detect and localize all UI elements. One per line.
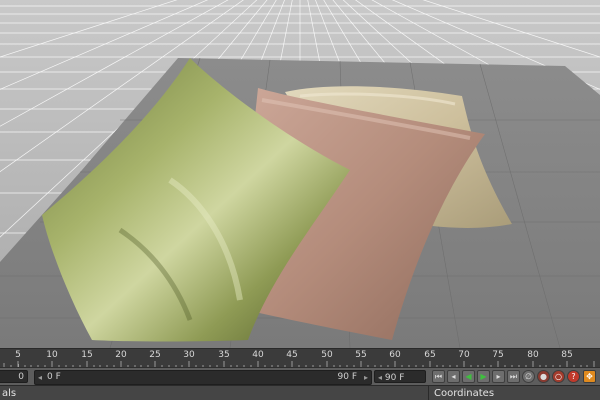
step-forward-icon[interactable]: ▸ xyxy=(492,370,505,383)
slider-right-arrow-icon[interactable]: ▸ xyxy=(364,371,368,384)
bottom-panels: als Coordinates xyxy=(0,385,600,400)
help-icon[interactable]: ? xyxy=(567,370,580,383)
play-forward-icon[interactable]: ▶ xyxy=(477,370,490,383)
frame-range-slider[interactable]: ◂ 0 F 90 F ▸ xyxy=(34,370,372,385)
slider-left-arrow-icon[interactable]: ◂ xyxy=(38,371,42,384)
cinema4d-window: 5 10 15 20 25 30 35 40 45 50 55 60 65 70… xyxy=(0,0,600,400)
3d-viewport[interactable] xyxy=(0,0,600,348)
current-frame: 90 F xyxy=(384,373,405,383)
current-frame-field[interactable]: ◂ 90 F xyxy=(374,370,426,383)
panel-divider xyxy=(428,386,429,400)
frame-field-left[interactable]: 0 xyxy=(0,370,28,383)
move-icon[interactable]: ✥ xyxy=(583,370,596,383)
materials-panel-title[interactable]: als xyxy=(2,386,16,400)
record-icon[interactable]: ● xyxy=(537,370,550,383)
play-backward-icon[interactable]: ◀ xyxy=(462,370,475,383)
field-arrow: 0 xyxy=(18,372,24,382)
step-back-icon[interactable]: ◂ xyxy=(447,370,460,383)
timeline-ruler[interactable]: 5 10 15 20 25 30 35 40 45 50 55 60 65 70… xyxy=(0,348,600,368)
end-frame: 90 F xyxy=(337,372,358,382)
animation-toolbar: 0 ◂ 0 F 90 F ▸ ◂ 90 F ⏮ ◂ ◀ ▶ ▸ ⏭ ∅ ● ○ … xyxy=(0,367,600,386)
go-to-end-icon[interactable]: ⏭ xyxy=(507,370,520,383)
keyframe-selection-icon[interactable]: ∅ xyxy=(522,370,535,383)
go-to-start-icon[interactable]: ⏮ xyxy=(432,370,445,383)
coordinates-panel-title[interactable]: Coordinates xyxy=(434,386,494,400)
autokey-icon[interactable]: ○ xyxy=(552,370,565,383)
frame-field-arrow-icon[interactable]: ◂ xyxy=(378,373,382,382)
start-frame: 0 F xyxy=(47,372,61,382)
ruler-ticks xyxy=(3,361,595,368)
viewport-scene xyxy=(0,0,600,348)
